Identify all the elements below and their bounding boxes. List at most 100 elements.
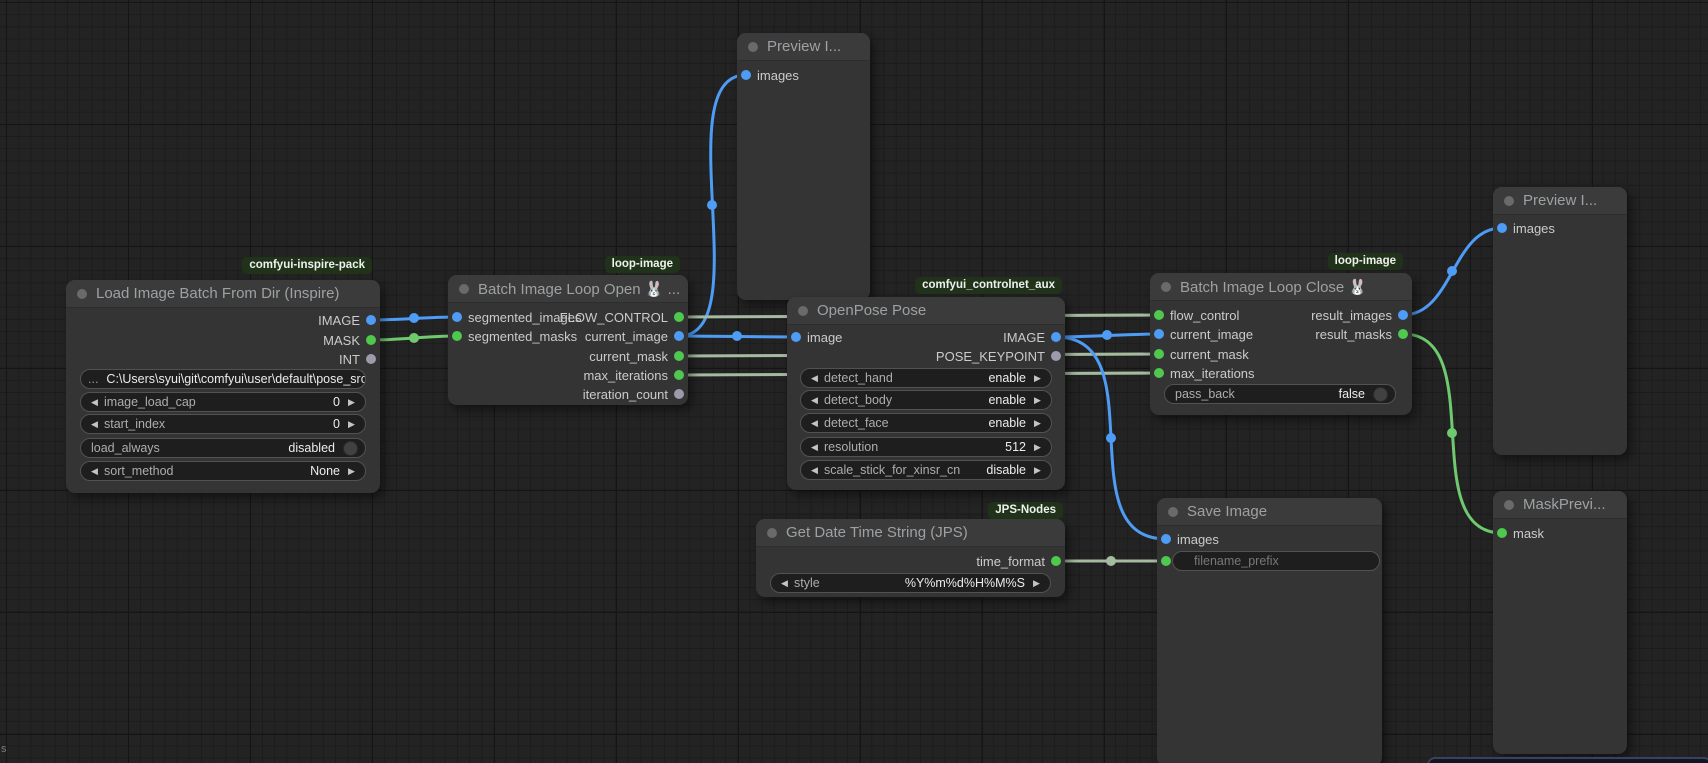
increment-arrow-icon[interactable]: ▶	[1031, 418, 1044, 429]
collapse-dot-icon[interactable]	[798, 306, 808, 316]
collapse-dot-icon[interactable]	[748, 42, 758, 52]
node-title-bar[interactable]: Preview I...	[737, 33, 870, 61]
decrement-arrow-icon[interactable]: ◀	[88, 466, 101, 477]
widget-load-always[interactable]: load_always disabled	[80, 438, 366, 458]
node-title-bar[interactable]: Batch Image Loop Open 🐰 ...	[448, 275, 688, 303]
widget-value: enable	[988, 416, 1026, 430]
collapse-dot-icon[interactable]	[1161, 282, 1171, 292]
toggle-knob[interactable]	[343, 441, 358, 456]
slot-dot-image[interactable]	[674, 331, 684, 341]
decrement-arrow-icon[interactable]: ◀	[808, 373, 821, 384]
slot-dot-image[interactable]	[1161, 534, 1171, 544]
increment-arrow-icon[interactable]: ▶	[1031, 442, 1044, 453]
decrement-arrow-icon[interactable]: ◀	[808, 418, 821, 429]
slot-dot-mask[interactable]	[674, 351, 684, 361]
widget-name: image_load_cap	[104, 395, 333, 409]
toggle-knob[interactable]	[1373, 387, 1388, 402]
widget-start-index[interactable]: ◀ start_index 0 ▶	[80, 414, 366, 434]
link-midpoint-dot	[1102, 330, 1112, 340]
slot-dot-flow-control[interactable]	[674, 312, 684, 322]
widget-value: C:\Users\syui\git\comfyui\user\default\p…	[106, 372, 366, 386]
slot-dot-image[interactable]	[1398, 310, 1408, 320]
collapse-dot-icon[interactable]	[1504, 500, 1514, 510]
node-preview-image-right[interactable]: Preview I... images	[1493, 187, 1627, 455]
increment-arrow-icon[interactable]: ▶	[1031, 373, 1044, 384]
node-openpose-pose[interactable]: OpenPose Pose image IMAGE POSE_KEYPOINT …	[787, 297, 1065, 490]
node-load-image-batch[interactable]: Load Image Batch From Dir (Inspire) IMAG…	[66, 280, 380, 493]
widget-sort-method[interactable]: ◀ sort_method None ▶	[80, 461, 366, 481]
collapse-dot-icon[interactable]	[459, 284, 469, 294]
slot-dot-int[interactable]	[1154, 368, 1164, 378]
increment-arrow-icon[interactable]: ▶	[345, 419, 358, 430]
widget-scale-stick[interactable]: ◀ scale_stick_for_xinsr_cn disable ▶	[800, 460, 1052, 480]
widget-image-load-cap[interactable]: ◀ image_load_cap 0 ▶	[80, 392, 366, 412]
slot-dot-int[interactable]	[674, 389, 684, 399]
widget-pass-back[interactable]: pass_back false	[1164, 384, 1396, 404]
node-title-bar[interactable]: OpenPose Pose	[787, 297, 1065, 325]
increment-arrow-icon[interactable]: ▶	[1030, 578, 1043, 589]
widget-detect-hand[interactable]: ◀ detect_hand enable ▶	[800, 368, 1052, 388]
link-midpoint-dot	[1447, 266, 1457, 276]
output-slot-current-image: current_image	[448, 326, 688, 346]
node-title-bar[interactable]: Get Date Time String (JPS)	[756, 519, 1065, 547]
widget-value: 0	[333, 395, 340, 409]
node-title-bar[interactable]: MaskPrevi...	[1493, 491, 1627, 519]
widget-name: start_index	[104, 417, 333, 431]
slot-dot-mask[interactable]	[1154, 349, 1164, 359]
slot-dot-int[interactable]	[366, 354, 376, 364]
node-get-date-time-string[interactable]: Get Date Time String (JPS) time_format ◀…	[756, 519, 1065, 597]
widget-value: enable	[988, 393, 1026, 407]
node-save-image[interactable]: Save Image images filename_prefix	[1157, 498, 1382, 763]
decrement-arrow-icon[interactable]: ◀	[808, 442, 821, 453]
slot-dot-image[interactable]	[366, 315, 376, 325]
collapse-dot-icon[interactable]	[77, 289, 87, 299]
node-preview-image-top[interactable]: Preview I... images	[737, 33, 870, 300]
node-title-bar[interactable]: Save Image	[1157, 498, 1382, 526]
node-batch-image-loop-open[interactable]: Batch Image Loop Open 🐰 ... segmented_im…	[448, 275, 688, 405]
slot-dot-pose-keypoint[interactable]	[1051, 351, 1061, 361]
widget-filename-prefix[interactable]: filename_prefix	[1172, 551, 1380, 571]
node-title: Preview I...	[1523, 192, 1597, 209]
increment-arrow-icon[interactable]: ▶	[345, 466, 358, 477]
output-slot-result-masks: result_masks	[1150, 324, 1412, 344]
decrement-arrow-icon[interactable]: ◀	[808, 395, 821, 406]
node-title-bar[interactable]: Load Image Batch From Dir (Inspire)	[66, 280, 380, 308]
slot-label: max_iterations	[583, 368, 668, 383]
slot-dot-image[interactable]	[1497, 223, 1507, 233]
graph-canvas[interactable]: Load Image Batch From Dir (Inspire) IMAG…	[0, 0, 1708, 763]
slot-dot-image[interactable]	[741, 70, 751, 80]
widget-name: scale_stick_for_xinsr_cn	[824, 463, 986, 477]
partial-node-bottom-right[interactable]	[1427, 757, 1708, 763]
widget-resolution[interactable]: ◀ resolution 512 ▶	[800, 437, 1052, 457]
slot-dot-int[interactable]	[674, 370, 684, 380]
output-slot-result-images: result_images	[1150, 305, 1412, 325]
widget-detect-body[interactable]: ◀ detect_body enable ▶	[800, 390, 1052, 410]
widget-directory-path[interactable]: ... C:\Users\syui\git\comfyui\user\defau…	[80, 369, 366, 389]
decrement-arrow-icon[interactable]: ◀	[88, 397, 101, 408]
decrement-arrow-icon[interactable]: ◀	[778, 578, 791, 589]
node-title-bar[interactable]: Preview I...	[1493, 187, 1627, 215]
collapse-dot-icon[interactable]	[767, 528, 777, 538]
slot-dot-mask[interactable]	[1497, 528, 1507, 538]
slot-dot-mask[interactable]	[366, 335, 376, 345]
widget-detect-face[interactable]: ◀ detect_face enable ▶	[800, 413, 1052, 433]
slot-label: current_mask	[1170, 347, 1249, 362]
node-batch-image-loop-close[interactable]: Batch Image Loop Close 🐰 flow_control cu…	[1150, 273, 1412, 415]
link-midpoint-dot	[409, 313, 419, 323]
group-badge-inspire-pack: comfyui-inspire-pack	[242, 257, 372, 274]
collapse-dot-icon[interactable]	[1504, 196, 1514, 206]
slot-dot-mask[interactable]	[1398, 329, 1408, 339]
node-title-bar[interactable]: Batch Image Loop Close 🐰	[1150, 273, 1412, 301]
decrement-arrow-icon[interactable]: ◀	[808, 465, 821, 476]
slot-dot-string[interactable]	[1161, 556, 1171, 566]
slot-dot-image[interactable]	[1051, 332, 1061, 342]
slot-dot-string[interactable]	[1051, 556, 1061, 566]
increment-arrow-icon[interactable]: ▶	[345, 397, 358, 408]
increment-arrow-icon[interactable]: ▶	[1031, 395, 1044, 406]
collapse-dot-icon[interactable]	[1168, 507, 1178, 517]
increment-arrow-icon[interactable]: ▶	[1031, 465, 1044, 476]
widget-value: 512	[1005, 440, 1026, 454]
node-mask-preview[interactable]: MaskPrevi... mask	[1493, 491, 1627, 754]
decrement-arrow-icon[interactable]: ◀	[88, 419, 101, 430]
widget-style[interactable]: ◀ style %Y%m%d%H%M%S ▶	[770, 573, 1051, 593]
